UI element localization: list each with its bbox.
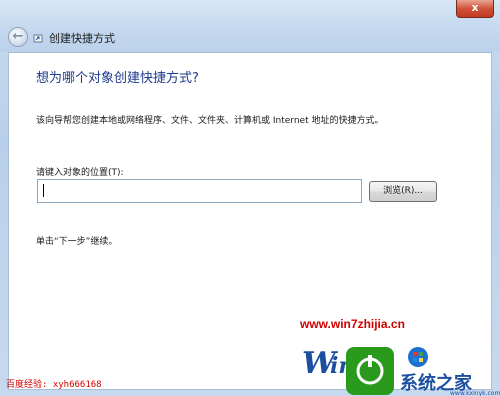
page-title: 想为哪个对象创建快捷方式? xyxy=(36,71,199,86)
win7-home-logo-icon: W in 系统之家 www.kxinyk.com xyxy=(302,346,500,396)
close-button[interactable]: x xyxy=(456,0,494,18)
watermark-url: www.win7zhijia.cn xyxy=(300,317,405,331)
back-arrow-icon[interactable]: ← xyxy=(8,27,28,47)
title-bar: x ← 创建快捷方式 xyxy=(0,0,500,52)
svg-text:www.kxinyk.com: www.kxinyk.com xyxy=(450,390,500,396)
location-input[interactable] xyxy=(37,179,362,203)
location-label: 请键入对象的位置(T): xyxy=(36,168,124,178)
shortcut-wizard-icon xyxy=(33,34,43,43)
wizard-description: 该向导帮您创建本地或网络程序、文件、文件夹、计算机或 Internet 地址的快… xyxy=(36,116,384,126)
next-step-hint: 单击“下一步”继续。 xyxy=(36,237,118,247)
window-title: 创建快捷方式 xyxy=(49,32,115,45)
text-caret xyxy=(43,184,44,197)
watermark-footer-left: 百度经验: xyh666168 xyxy=(6,380,102,390)
browse-button[interactable]: 浏览(R)... xyxy=(369,181,437,202)
watermark-logo: W in 系统之家 www.kxinyk.com xyxy=(300,333,500,396)
